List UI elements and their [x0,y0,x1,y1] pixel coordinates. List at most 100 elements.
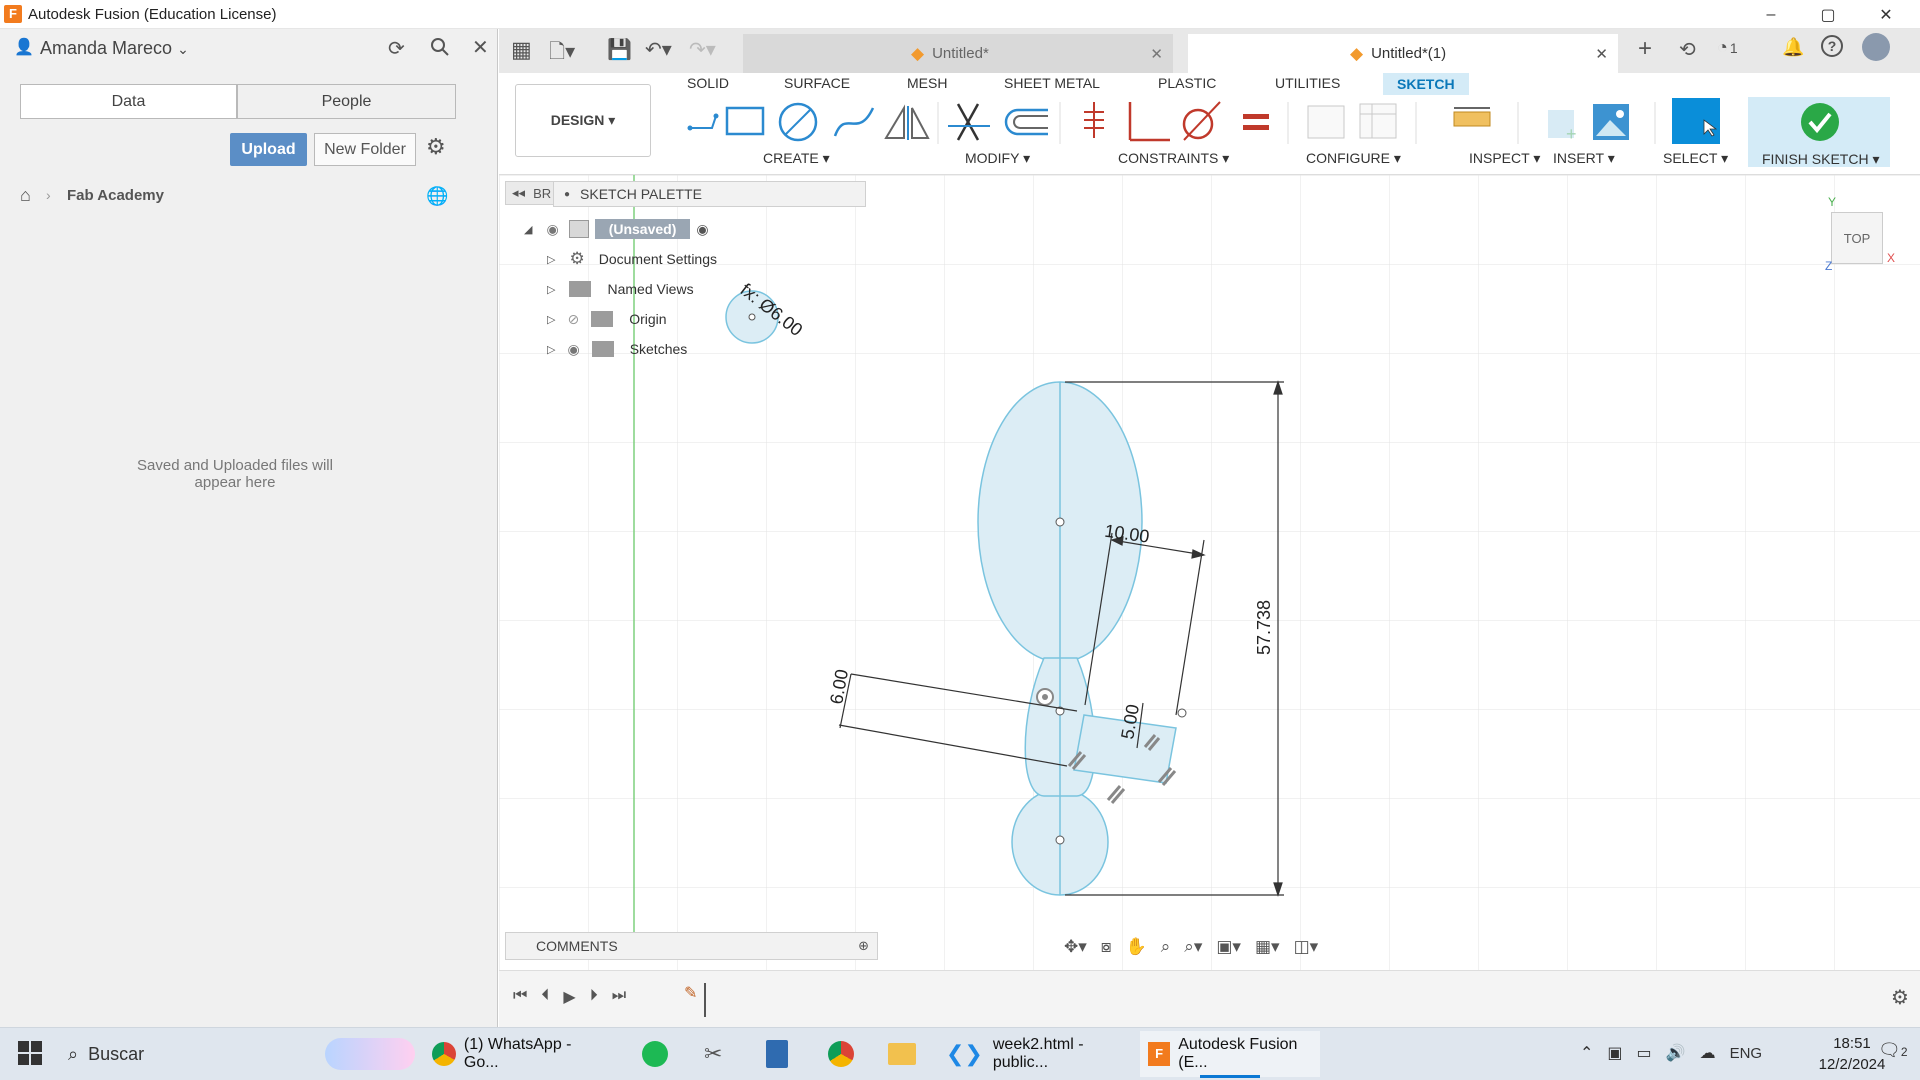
viewcube[interactable]: TOP [1831,212,1883,264]
insert-menu[interactable]: INSERT ▾ [1553,150,1615,167]
tab-untitled-1[interactable]: ◆ Untitled*(1) ✕ [1188,34,1618,73]
file-menu-icon[interactable]: 🗋▾ [549,37,575,71]
browser-collapse[interactable]: ◂◂ BR [505,181,557,205]
step-back-icon[interactable]: ⏴ [541,987,549,1007]
step-forward-icon[interactable]: ⏵ [590,987,598,1007]
measure-icon[interactable] [1453,107,1491,127]
sketch-canvas[interactable]: 10.00 57.738 6.00 5.00 fx: Ø6.00 ◂◂ BR ● … [499,175,1920,970]
equal-constraint-icon[interactable] [1243,114,1269,130]
eye-icon[interactable]: ◉ [546,221,558,238]
taskbar-app-vscode[interactable]: ❮❯ week2.html - public... [946,1031,1126,1077]
tangent-constraint-icon[interactable] [1182,101,1221,141]
display-settings-icon[interactable]: ▣▾ [1216,937,1241,957]
rectangle-tool-icon[interactable] [725,106,765,136]
close-panel-icon[interactable]: ✕ [472,35,489,60]
perpendicular-constraint-icon[interactable] [1128,102,1170,142]
expand-triangle-icon[interactable]: ▷ [547,253,555,266]
language-indicator[interactable]: ENG [1730,1045,1763,1062]
start-icon[interactable] [18,1041,42,1065]
collapse-triangle-icon[interactable]: ◢ [524,223,532,236]
taskbar-search[interactable]: ⌕ Buscar [68,1038,318,1070]
eye-hidden-icon[interactable]: ⊘ [567,311,579,328]
tab-data[interactable]: Data [20,84,237,119]
home-icon[interactable]: ⌂ [20,185,31,206]
gear-icon[interactable]: ⚙ [426,134,446,160]
browser-root[interactable]: ◢ ◉ (Unsaved) ◉ [524,215,709,243]
play-icon[interactable]: ▶ [563,987,575,1007]
browser-item-document-settings[interactable]: ▷ ⚙ Document Settings [547,245,717,273]
app-grid-icon[interactable]: ▦ [511,37,532,63]
finish-sketch-label[interactable]: FINISH SKETCH ▾ [1762,151,1879,168]
calculator-icon[interactable] [766,1040,788,1068]
spline-tool-icon[interactable] [833,107,875,137]
new-tab-icon[interactable]: + [1638,35,1652,63]
globe-icon[interactable]: 🌐 [426,186,448,207]
maximize-button[interactable]: ▢ [1800,0,1856,29]
timeline-settings-icon[interactable]: ⚙ [1891,985,1909,1010]
constraints-menu[interactable]: CONSTRAINTS ▾ [1118,150,1229,167]
line-tool-icon[interactable] [687,113,719,131]
dimension-57-label[interactable]: 57.738 [1254,600,1274,655]
minimize-button[interactable]: – [1743,0,1799,29]
expand-triangle-icon[interactable]: ▷ [547,313,555,326]
parameters-icon[interactable] [1307,105,1345,139]
cloud-icon[interactable]: ☁ [1700,1043,1716,1063]
notifications-icon[interactable]: 🔔 [1782,37,1804,58]
job-status-icon[interactable]: ◔ 1 [1717,37,1738,58]
orbit-icon[interactable]: ✥▾ [1064,937,1087,957]
sketch-palette-header[interactable]: ● SKETCH PALETTE [553,181,866,207]
tab-plastic[interactable]: PLASTIC [1158,75,1216,91]
close-window-button[interactable]: ✕ [1858,0,1914,29]
refresh-icon[interactable]: ⟳ [388,36,405,61]
select-menu[interactable]: SELECT ▾ [1663,150,1728,167]
redo-icon[interactable]: ↷▾ [689,37,716,62]
coincident-constraint-icon[interactable] [1084,102,1104,138]
extensions-icon[interactable]: ⟲ [1679,37,1696,62]
taskbar-app-fusion[interactable]: F Autodesk Fusion (E... [1140,1031,1320,1077]
user-menu[interactable]: Amanda Mareco ⌄ [40,38,189,59]
table-icon[interactable] [1359,103,1397,139]
battery-icon[interactable]: ▭ [1637,1043,1652,1063]
look-at-icon[interactable]: ⧇ [1101,937,1112,957]
taskbar-app-chrome-whatsapp[interactable]: (1) WhatsApp - Go... [432,1031,610,1077]
add-comment-icon[interactable]: ⊕ [858,938,869,954]
tray-app-icon[interactable]: ▣ [1607,1043,1622,1063]
grid-settings-icon[interactable]: ▦▾ [1255,937,1280,957]
trim-tool-icon[interactable] [948,103,990,141]
tab-solid[interactable]: SOLID [687,75,729,91]
inspect-menu[interactable]: INSPECT ▾ [1469,150,1540,167]
comments-panel[interactable]: COMMENTS ⊕ [505,932,878,960]
activate-radio-icon[interactable]: ◉ [696,221,708,238]
insert-image-icon[interactable] [1593,104,1629,140]
close-tab-icon[interactable]: ✕ [1595,45,1608,63]
timeline-sketch-marker[interactable]: ✎ [684,983,706,1017]
snipping-tool-icon[interactable]: ✂ [704,1041,722,1067]
tab-utilities[interactable]: UTILITIES [1275,75,1340,91]
breadcrumb[interactable]: Fab Academy [67,187,164,204]
design-workspace-dropdown[interactable]: DESIGN ▾ [515,84,651,157]
file-explorer-icon[interactable] [888,1043,916,1065]
modify-menu[interactable]: MODIFY ▾ [965,150,1030,167]
offset-tool-icon[interactable] [1004,108,1048,136]
expand-triangle-icon[interactable]: ▷ [547,343,555,356]
spotify-icon[interactable] [642,1041,668,1067]
go-to-end-icon[interactable]: ⏭ [612,987,626,1007]
help-icon[interactable]: ? [1821,35,1843,57]
browser-item-named-views[interactable]: ▷ Named Views [547,275,694,303]
tab-people[interactable]: People [237,84,456,119]
browser-item-origin[interactable]: ▷ ⊘ Origin [547,305,667,333]
configure-menu[interactable]: CONFIGURE ▾ [1306,150,1401,167]
search-icon[interactable] [430,37,449,56]
fit-icon[interactable]: ⌕▾ [1184,937,1202,957]
avatar[interactable] [1862,33,1890,61]
pan-icon[interactable]: ✋ [1126,937,1147,957]
tab-sketch[interactable]: SKETCH [1383,73,1469,95]
tab-untitled[interactable]: ◆ Untitled* ✕ [743,34,1173,73]
chrome-icon[interactable] [828,1041,854,1067]
eye-icon[interactable]: ◉ [567,341,579,358]
upload-button[interactable]: Upload [230,133,307,166]
mirror-tool-icon[interactable] [884,104,930,140]
create-menu[interactable]: CREATE ▾ [763,150,830,167]
expand-triangle-icon[interactable]: ▷ [547,283,555,296]
select-icon[interactable] [1672,98,1720,144]
